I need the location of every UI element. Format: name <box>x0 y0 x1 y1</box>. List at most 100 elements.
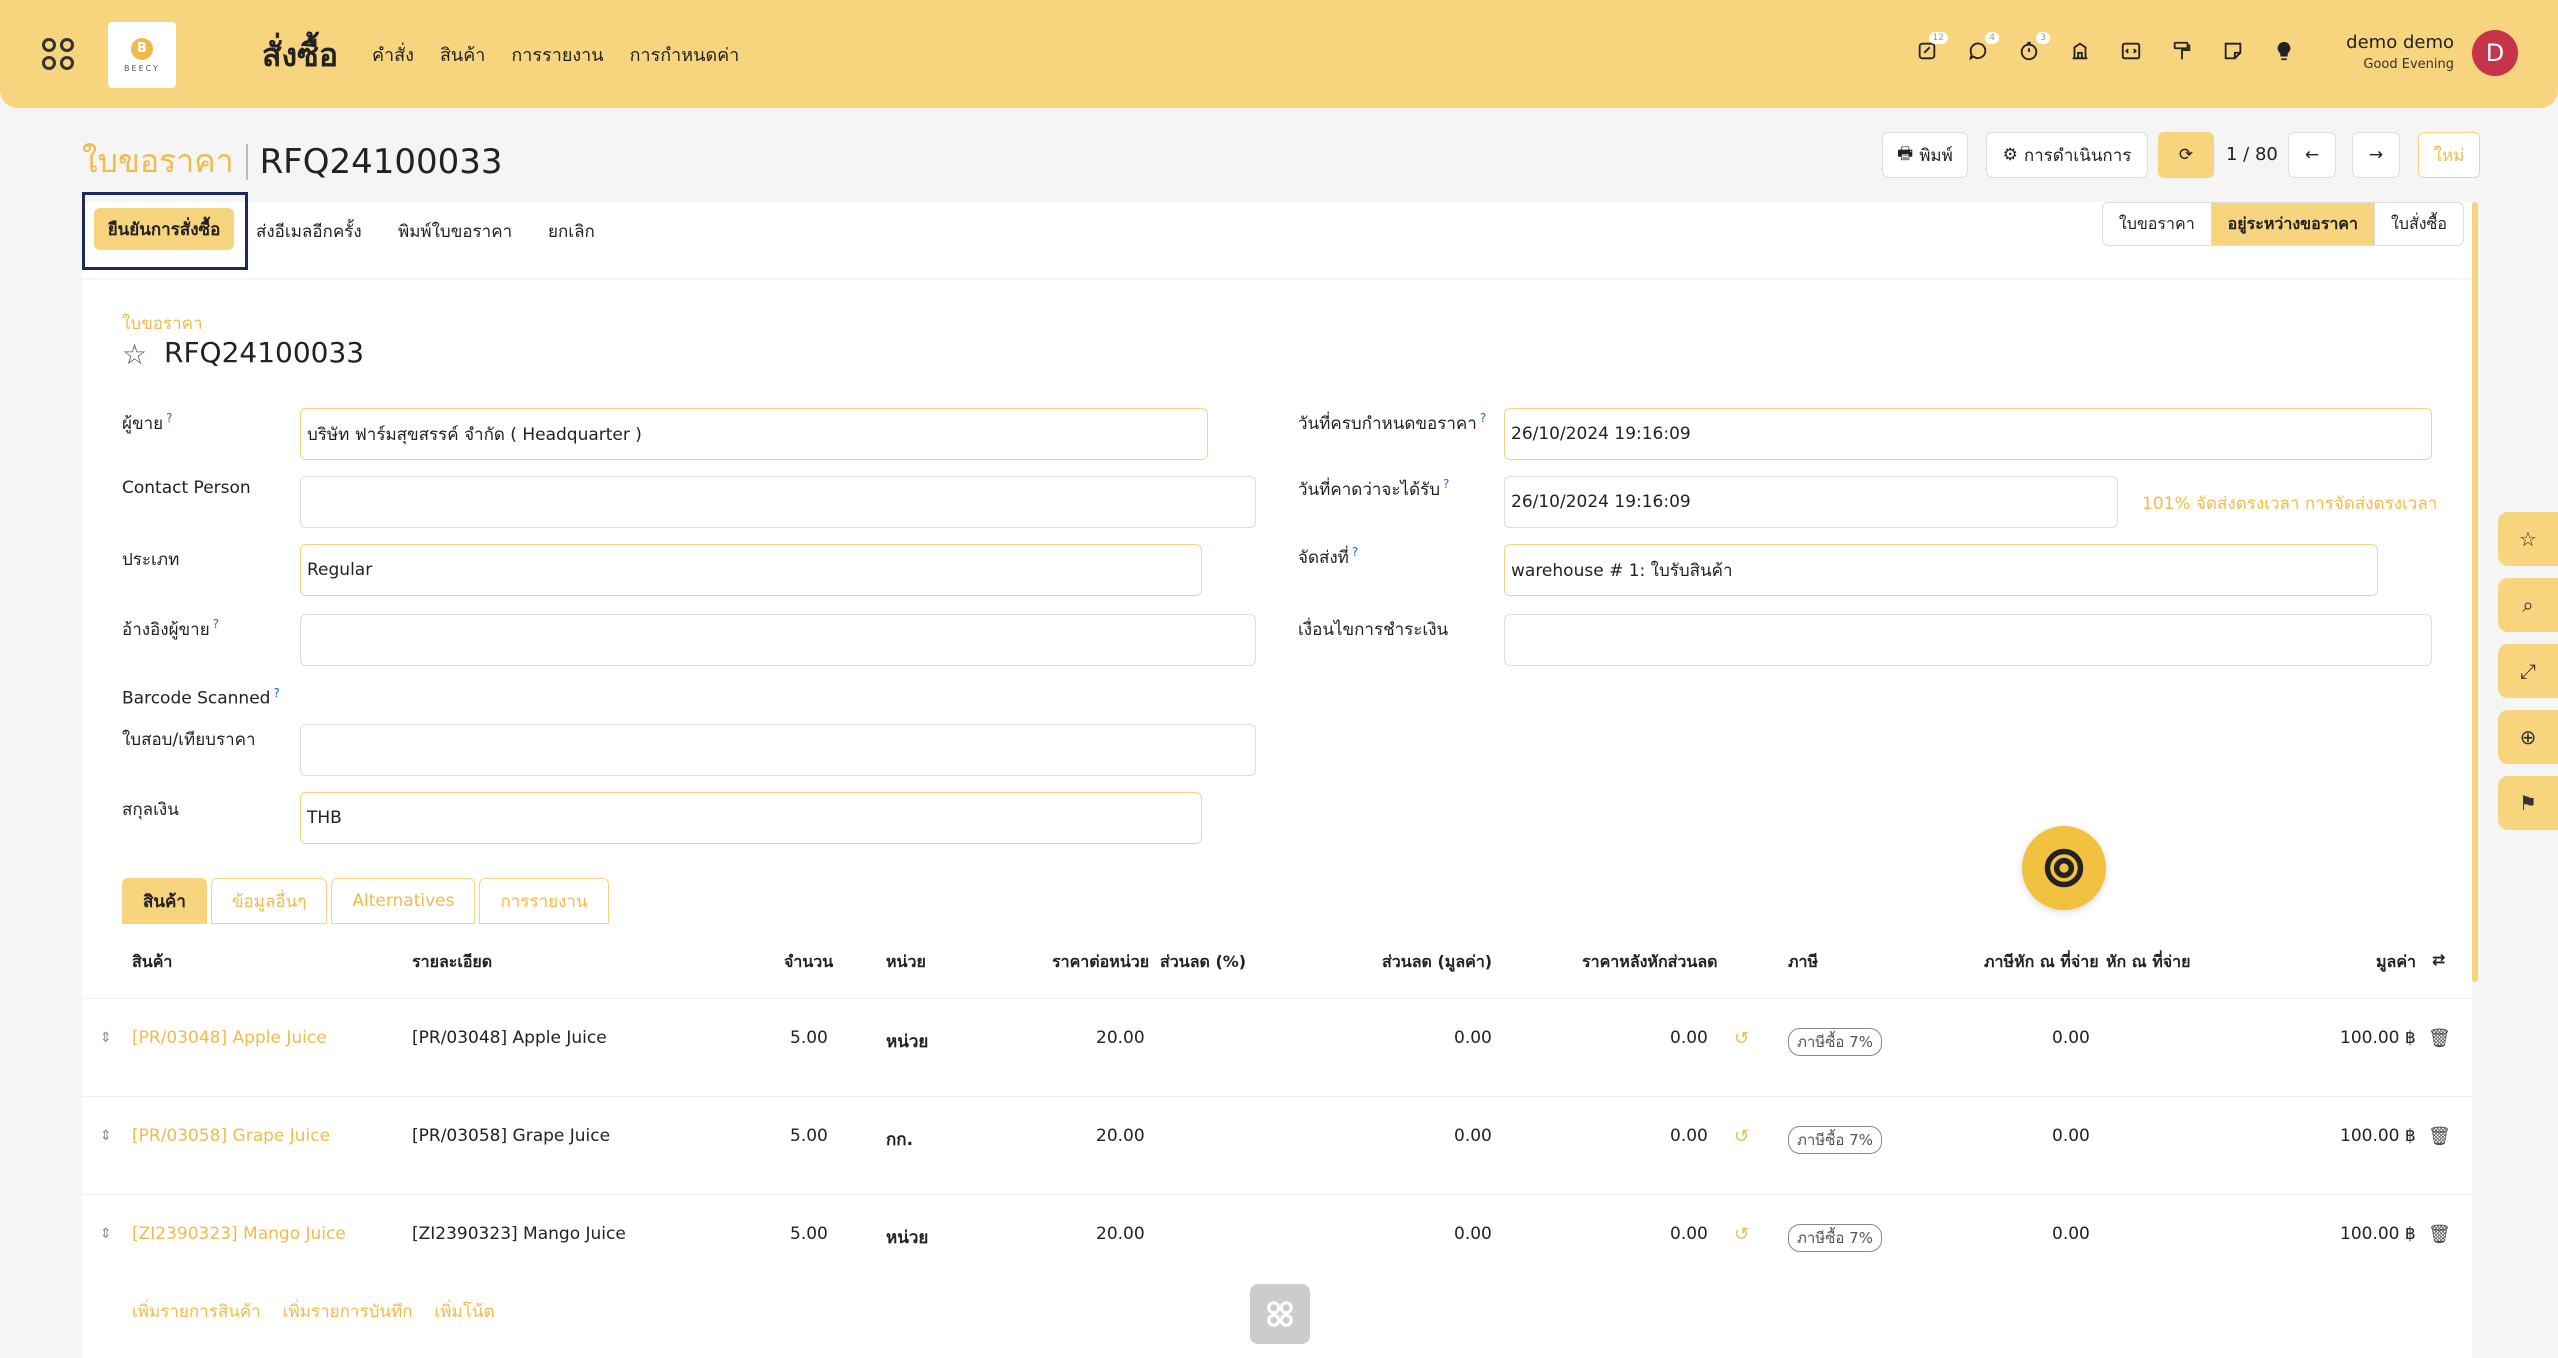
row-qty[interactable]: 5.00 <box>790 1224 828 1244</box>
col-discount-amount[interactable]: ส่วนลด (มูลค่า) <box>1382 950 1492 975</box>
col-unit-price[interactable]: ราคาต่อหน่วย <box>1052 950 1149 975</box>
trash-icon[interactable]: 🗑 <box>2428 1224 2451 1245</box>
support-fab[interactable] <box>2022 826 2106 910</box>
col-withholding-tax[interactable]: ภาษีหัก ณ ที่จ่าย <box>1984 950 2099 975</box>
bookmark-icon[interactable]: ⚑ <box>2498 776 2558 830</box>
quote-compare-field[interactable] <box>300 724 1256 776</box>
row-uom[interactable]: หน่วย <box>886 1224 928 1251</box>
currency-field[interactable]: THB <box>300 792 1202 844</box>
drag-handle-icon[interactable]: ⇕ <box>100 1226 112 1242</box>
row-discount-amount[interactable]: 0.00 <box>1454 1028 1492 1048</box>
user-menu[interactable]: demo demo Good Evening <box>2346 32 2454 72</box>
row-description[interactable]: [PR/03048] Apple Juice <box>412 1028 607 1048</box>
pager-value[interactable]: 1 / 80 <box>2226 144 2278 165</box>
stage-rfq[interactable]: ใบขอราคา <box>2103 203 2212 245</box>
note-icon[interactable] <box>2222 40 2244 64</box>
code-icon[interactable] <box>2120 40 2142 64</box>
col-withholding[interactable]: หัก ณ ที่จ่าย <box>2106 950 2191 975</box>
col-tax[interactable]: ภาษี <box>1788 950 1818 975</box>
deadline-field[interactable]: 26/10/2024 19:16:09 <box>1504 408 2432 460</box>
add-section-link[interactable]: เพิ่มรายการบันทึก <box>283 1298 413 1325</box>
stage-purchase-order[interactable]: ใบสั่งซื้อ <box>2375 203 2463 245</box>
pager-previous-button[interactable]: ← <box>2288 132 2336 178</box>
column-settings-icon[interactable]: ⇄ <box>2432 950 2445 969</box>
print-button[interactable]: 🖶 พิมพ์ <box>1882 132 1968 178</box>
menu-products[interactable]: สินค้า <box>440 40 485 69</box>
row-discount-amount[interactable]: 0.00 <box>1454 1126 1492 1146</box>
reset-icon[interactable]: ↺ <box>1734 1126 1749 1147</box>
confirm-order-button[interactable]: ยืนยันการสั่งซื้อ <box>94 208 234 250</box>
reset-icon[interactable]: ↺ <box>1734 1224 1749 1245</box>
menu-configuration[interactable]: การกำหนดค่า <box>630 40 740 69</box>
help-icon[interactable]: ? <box>1480 411 1486 425</box>
help-icon[interactable]: ? <box>1352 545 1358 559</box>
help-icon[interactable]: ? <box>273 686 279 700</box>
row-withholding-tax[interactable]: 0.00 <box>2052 1126 2090 1146</box>
bottom-apps-icon[interactable] <box>1250 1284 1310 1344</box>
row-tax-badge[interactable]: ภาษีซื้อ 7% <box>1788 1126 1882 1154</box>
apps-menu-icon[interactable] <box>42 38 76 72</box>
col-price-after-discount[interactable]: ราคาหลังหักส่วนลด <box>1582 950 1718 975</box>
expand-icon[interactable]: ⤢ <box>2498 644 2558 698</box>
col-qty[interactable]: จำนวน <box>784 950 833 975</box>
payment-terms-field[interactable] <box>1504 614 2432 666</box>
company-switch-icon[interactable] <box>2069 40 2091 64</box>
type-field[interactable]: Regular <box>300 544 1202 596</box>
on-time-rate[interactable]: 101% จัดส่งตรงเวลา การจัดส่งตรงเวลา <box>2142 490 2437 517</box>
cancel-button[interactable]: ยกเลิก <box>548 218 595 245</box>
menu-reporting[interactable]: การรายงาน <box>511 40 603 69</box>
row-description[interactable]: [PR/03058] Grape Juice <box>412 1126 610 1146</box>
chat-icon[interactable]: 4 <box>1967 32 1999 64</box>
col-discount-pct[interactable]: ส่วนลด (%) <box>1160 950 1246 975</box>
row-unit-price[interactable]: 20.00 <box>1096 1224 1145 1244</box>
row-price-after-discount[interactable]: 0.00 <box>1670 1126 1708 1146</box>
stage-rfq-sent[interactable]: อยู่ระหว่างขอราคา <box>2211 203 2375 245</box>
menu-orders[interactable]: คำสั่ง <box>372 40 414 69</box>
row-unit-price[interactable]: 20.00 <box>1096 1028 1145 1048</box>
print-rfq-button[interactable]: พิมพ์ใบขอราคา <box>398 218 512 245</box>
zoom-in-icon[interactable]: ⊕ <box>2498 710 2558 764</box>
row-uom[interactable]: หน่วย <box>886 1028 928 1055</box>
row-price-after-discount[interactable]: 0.00 <box>1670 1224 1708 1244</box>
lightbulb-icon[interactable] <box>2273 40 2295 64</box>
row-price-after-discount[interactable]: 0.00 <box>1670 1028 1708 1048</box>
col-uom[interactable]: หน่วย <box>886 950 926 975</box>
col-amount[interactable]: มูลค่า <box>2376 950 2416 975</box>
paint-roller-icon[interactable] <box>2171 40 2193 64</box>
row-withholding-tax[interactable]: 0.00 <box>2052 1028 2090 1048</box>
drag-handle-icon[interactable]: ⇕ <box>100 1030 112 1046</box>
breadcrumb-parent[interactable]: ใบขอราคา <box>82 136 234 187</box>
scrollbar[interactable] <box>2472 202 2478 982</box>
col-description[interactable]: รายละเอียด <box>412 950 492 975</box>
pager-next-button[interactable]: → <box>2352 132 2400 178</box>
new-button[interactable]: ใหม่ <box>2418 132 2480 178</box>
drag-handle-icon[interactable]: ⇕ <box>100 1128 112 1144</box>
col-product[interactable]: สินค้า <box>132 950 172 975</box>
row-qty[interactable]: 5.00 <box>790 1028 828 1048</box>
row-product[interactable]: [PR/03058] Grape Juice <box>132 1126 330 1146</box>
tab-other-info[interactable]: ข้อมูลอื่นๆ <box>210 878 328 924</box>
vendor-ref-field[interactable] <box>300 614 1256 666</box>
help-icon[interactable]: ? <box>1443 477 1449 491</box>
row-tax-badge[interactable]: ภาษีซื้อ 7% <box>1788 1224 1882 1252</box>
trash-icon[interactable]: 🗑 <box>2428 1028 2451 1049</box>
activity-icon[interactable]: 12 <box>1916 32 1948 64</box>
help-icon[interactable]: ? <box>213 617 219 631</box>
tab-products[interactable]: สินค้า <box>122 878 207 924</box>
company-logo[interactable]: B BEECY <box>108 22 176 88</box>
row-withholding-tax[interactable]: 0.00 <box>2052 1224 2090 1244</box>
search-icon[interactable]: ⌕ <box>2498 578 2558 632</box>
expected-date-field[interactable]: 26/10/2024 19:16:09 <box>1504 476 2118 528</box>
row-description[interactable]: [ZI2390323] Mango Juice <box>412 1224 626 1244</box>
reset-icon[interactable]: ↺ <box>1734 1028 1749 1049</box>
refresh-button[interactable]: ⟳ <box>2158 132 2214 178</box>
vendor-field[interactable]: บริษัท ฟาร์มสุขสรรค์ จำกัด ( Headquarter… <box>300 408 1208 460</box>
add-note-link[interactable]: เพิ่มโน้ต <box>435 1298 495 1325</box>
favorite-star-icon[interactable]: ☆ <box>2498 512 2558 566</box>
star-icon[interactable]: ☆ <box>122 338 147 371</box>
row-product[interactable]: [ZI2390323] Mango Juice <box>132 1224 346 1244</box>
tab-reporting[interactable]: การรายงาน <box>479 878 609 924</box>
help-icon[interactable]: ? <box>166 411 172 425</box>
deliver-to-field[interactable]: warehouse # 1: ใบรับสินค้า <box>1504 544 2378 596</box>
add-product-link[interactable]: เพิ่มรายการสินค้า <box>132 1298 261 1325</box>
